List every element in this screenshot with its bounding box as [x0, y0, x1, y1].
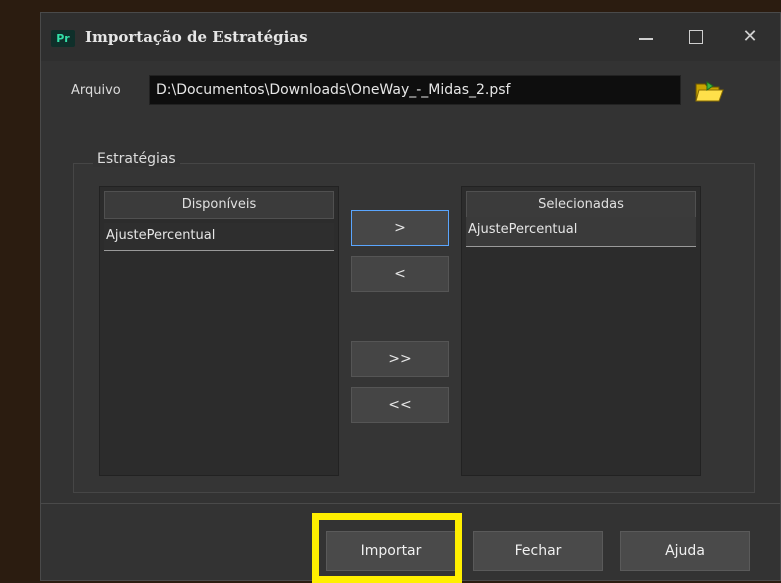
app-logo-icon: Pr: [51, 30, 75, 47]
available-list-header[interactable]: Disponíveis: [104, 191, 334, 219]
add-all-button[interactable]: >>: [351, 341, 449, 377]
footer-divider: [41, 503, 780, 504]
import-highlight-box: [312, 513, 462, 583]
add-button[interactable]: >: [351, 210, 449, 246]
file-label: Arquivo: [71, 83, 121, 98]
remove-button[interactable]: <: [351, 256, 449, 292]
close-button[interactable]: Fechar: [473, 531, 603, 571]
selected-list-header[interactable]: Selecionadas: [466, 191, 696, 219]
dialog-title: Importação de Estratégias: [85, 28, 308, 46]
minimize-icon[interactable]: [631, 25, 661, 49]
maximize-icon[interactable]: [681, 25, 711, 49]
list-item[interactable]: AjustePercentual: [466, 217, 696, 247]
close-icon[interactable]: ✕: [735, 25, 765, 49]
folder-open-icon[interactable]: [693, 78, 725, 104]
import-strategies-dialog: Pr Importação de Estratégias ✕ Arquivo D…: [40, 12, 781, 583]
selected-list[interactable]: Selecionadas AjustePercentual: [461, 186, 701, 476]
available-list[interactable]: Disponíveis AjustePercentual: [99, 186, 339, 476]
strategies-group-title: Estratégias: [93, 151, 180, 167]
remove-all-button[interactable]: <<: [351, 387, 449, 423]
file-path-field[interactable]: D:\Documentos\Downloads\OneWay_-_Midas_2…: [149, 75, 681, 105]
title-bar: Pr Importação de Estratégias ✕: [41, 13, 780, 61]
list-item[interactable]: AjustePercentual: [104, 223, 334, 251]
help-button[interactable]: Ajuda: [620, 531, 750, 571]
